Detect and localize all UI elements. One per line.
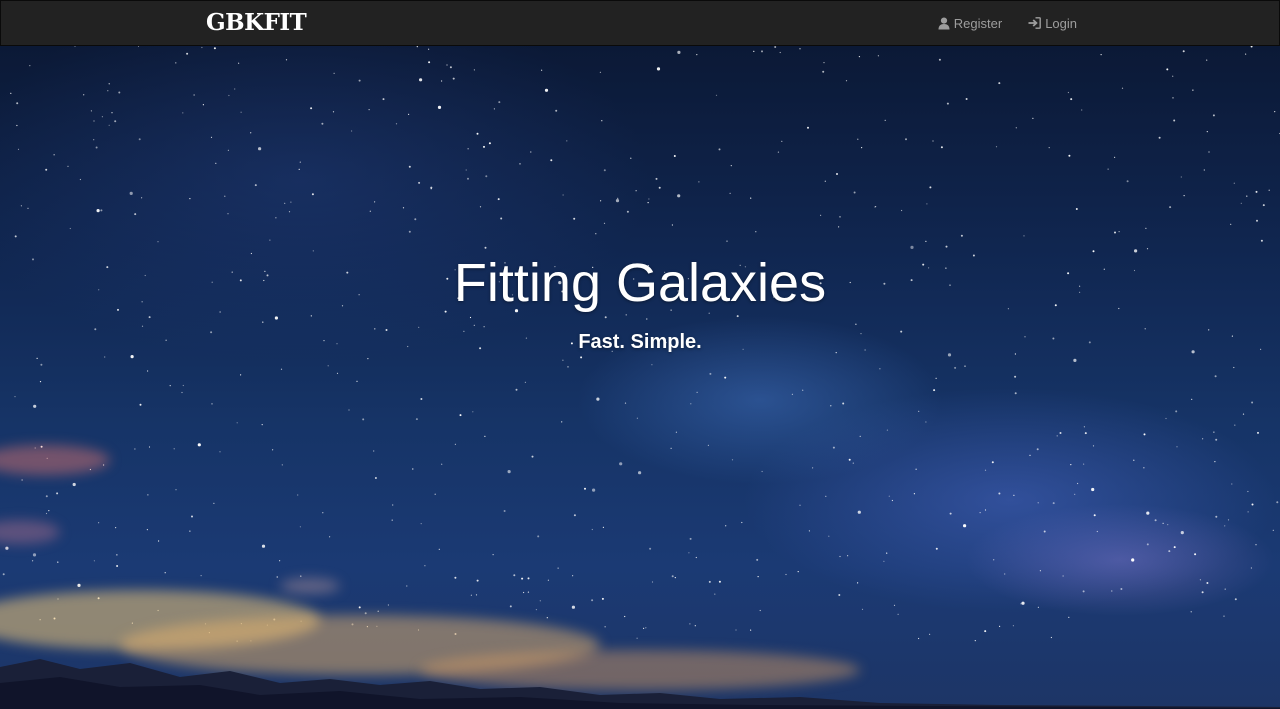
login-icon xyxy=(1028,17,1042,29)
register-link[interactable]: Register xyxy=(938,16,1002,31)
login-link[interactable]: Login xyxy=(1028,16,1077,31)
mountain-silhouette xyxy=(0,659,1280,709)
landing-page: GBKFIT Register Login Fitting Galaxies F… xyxy=(0,0,1280,709)
nav-links: Register Login xyxy=(938,1,1077,45)
horizon-cloud xyxy=(280,578,340,594)
login-label: Login xyxy=(1045,15,1077,31)
top-navbar: GBKFIT Register Login xyxy=(0,0,1280,46)
register-label: Register xyxy=(953,15,1003,31)
hero-subtitle: Fast. Simple. xyxy=(578,331,702,353)
user-icon xyxy=(938,17,950,30)
hero-title: Fitting Galaxies xyxy=(453,253,827,313)
brand-logo[interactable]: GBKFIT xyxy=(206,10,307,36)
